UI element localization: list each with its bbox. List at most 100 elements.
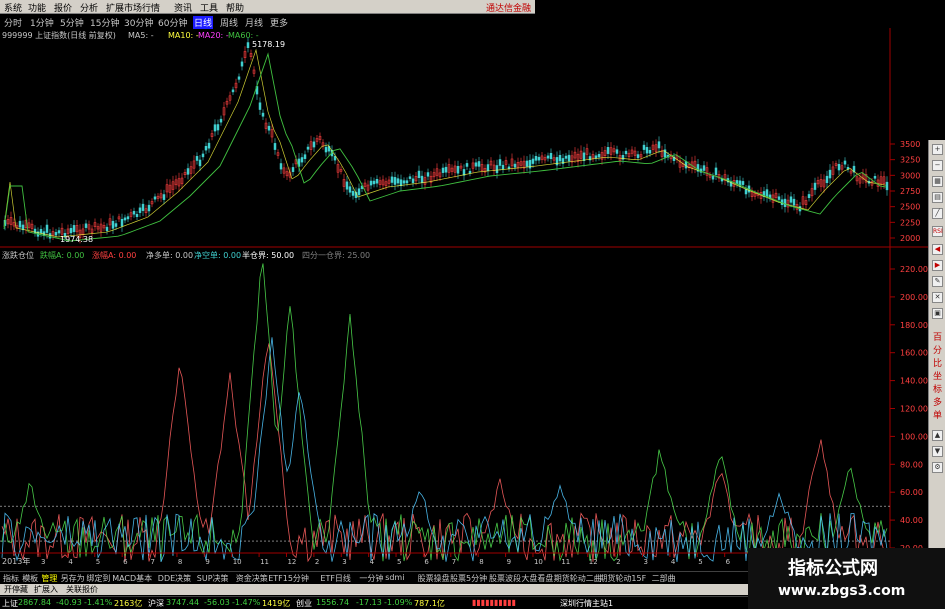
menu-function[interactable]: 功能 xyxy=(28,1,46,14)
ind-tick-label: 100.00 xyxy=(900,432,928,441)
candle-body xyxy=(444,166,448,173)
candle-body xyxy=(825,175,829,184)
candle-body xyxy=(186,168,190,175)
candle-body xyxy=(714,167,718,175)
grid-icon[interactable]: ▦ xyxy=(932,176,943,187)
line-icon[interactable]: ╱ xyxy=(932,208,943,219)
candle-body xyxy=(135,213,139,218)
ind-tick-label: 80.00 xyxy=(900,460,923,469)
func-tab-18[interactable]: 期货轮动15F xyxy=(599,573,646,584)
x-tick-label: 4 xyxy=(370,558,375,566)
menu-system[interactable]: 系统 xyxy=(4,1,22,14)
candle-body xyxy=(468,170,472,174)
candle-body xyxy=(375,179,379,184)
menu-tools[interactable]: 工具 xyxy=(200,1,218,14)
nav-tab-related-quotes[interactable]: 关联报价 xyxy=(66,584,98,595)
func-tab-19[interactable]: 二部曲 xyxy=(652,573,676,584)
settings-icon[interactable]: ⚙ xyxy=(932,462,943,473)
func-tab-15[interactable]: 股票波段 xyxy=(489,573,521,584)
func-tab-2[interactable]: 管理 xyxy=(41,573,57,584)
func-tab-3[interactable]: 另存为 xyxy=(61,573,85,584)
candle-body xyxy=(807,194,811,199)
indicator-label-b: 涨幅A: 0.00 xyxy=(92,250,136,260)
func-tab-0[interactable]: 指标 xyxy=(3,573,19,584)
candle-body xyxy=(72,225,76,233)
func-tab-16[interactable]: 大盘看盘 xyxy=(521,573,553,584)
candle-body xyxy=(828,169,832,179)
rsi-icon[interactable]: RSI xyxy=(932,226,943,237)
candle-body xyxy=(789,196,793,203)
status-cy-amount: 787.1亿 xyxy=(414,599,445,608)
func-tab-1[interactable]: 模板 xyxy=(22,573,38,584)
candle-body xyxy=(582,152,586,161)
candle-body xyxy=(153,196,157,200)
ind-tick-label: 60.00 xyxy=(900,488,923,497)
zoom-out-icon[interactable]: − xyxy=(932,160,943,171)
candle-body xyxy=(636,154,640,159)
func-tab-6[interactable]: DDE决策 xyxy=(158,573,191,584)
status-server[interactable]: 深圳行情主站1 xyxy=(560,598,613,609)
menu-quotes[interactable]: 报价 xyxy=(54,1,72,14)
func-tab-13[interactable]: 股票操盘 xyxy=(418,573,450,584)
func-tab-8[interactable]: 资金决策 xyxy=(236,573,268,584)
candle-body xyxy=(546,155,550,159)
lock-icon[interactable]: ▣ xyxy=(932,308,943,319)
nav-tab-open[interactable]: 开停藏 xyxy=(4,584,28,595)
indicator-y-ticks: 220.00 200.00 180.00 160.00 140.00 120.00 100.… xyxy=(0,265,928,553)
candle-body xyxy=(54,232,58,236)
scroll-down-icon[interactable]: ▼ xyxy=(932,446,943,457)
func-tab-10[interactable]: ETF日线 xyxy=(320,573,351,584)
candle-body xyxy=(873,176,877,179)
zoom-in-icon[interactable]: + xyxy=(932,144,943,155)
candle-body xyxy=(615,149,619,154)
candle-body xyxy=(594,155,598,159)
candle-body xyxy=(456,165,460,174)
chart-icon[interactable]: ▤ xyxy=(932,192,943,203)
candle-body xyxy=(231,89,235,93)
candle-body xyxy=(606,147,610,154)
candle-body xyxy=(426,172,430,177)
func-tab-7[interactable]: SUP决策 xyxy=(197,573,229,584)
status-bar: 上证 2867.84 -40.93 -1.41% 2163亿 沪深 3747.4… xyxy=(0,596,760,609)
candle-body xyxy=(399,179,403,187)
status-sh-pct: -1.41% xyxy=(84,598,113,607)
func-tab-4[interactable]: 绑定到 xyxy=(86,573,110,584)
cross-icon[interactable]: ✕ xyxy=(932,292,943,303)
candle-body xyxy=(624,150,628,155)
arrow-left-icon[interactable]: ◀ xyxy=(932,244,943,255)
nav-tab-extend[interactable]: 扩展入 xyxy=(34,584,58,595)
scroll-up-icon[interactable]: ▲ xyxy=(932,430,943,441)
func-tab-12[interactable]: sdmi xyxy=(385,573,404,582)
candle-body xyxy=(567,154,571,162)
func-tab-5[interactable]: MACD基本 xyxy=(112,573,152,584)
candle-body xyxy=(261,112,265,117)
year-label: 2013年 xyxy=(2,556,30,566)
menu-news[interactable]: 资讯 xyxy=(174,1,192,14)
func-tab-11[interactable]: 一分钟 xyxy=(359,573,383,584)
func-tab-9[interactable]: ETF15分钟 xyxy=(268,573,309,584)
pencil-icon[interactable]: ✎ xyxy=(932,276,943,287)
menu-extended-market[interactable]: 扩展市场行情 xyxy=(106,1,160,14)
candle-body xyxy=(306,146,310,150)
arrow-right-icon[interactable]: ▶ xyxy=(932,260,943,271)
ind-tick-label: 160.00 xyxy=(900,349,928,358)
candle-body xyxy=(405,180,409,184)
x-tick-label: 5 xyxy=(698,558,702,566)
func-tab-17[interactable]: 期货轮动二曲 xyxy=(554,573,602,584)
menu-help[interactable]: 帮助 xyxy=(226,1,244,14)
watermark-line2: www.zbgs3.com xyxy=(778,583,906,599)
status-hs-pct: -1.47% xyxy=(232,598,261,607)
chart-area[interactable]: 999999 上证指数(日线 前复权) MA5: - MA10: - MA20:… xyxy=(0,28,928,571)
candle-body xyxy=(564,155,568,159)
func-tab-14[interactable]: 股票5分钟 xyxy=(450,573,487,584)
main-tick-label: 3000 xyxy=(900,171,920,180)
menu-analysis[interactable]: 分析 xyxy=(80,1,98,14)
vertical-text-1: 百 xyxy=(932,333,942,343)
main-tick-label: 2750 xyxy=(900,187,920,196)
candle-body xyxy=(198,159,202,167)
x-tick-label: 4 xyxy=(68,558,73,566)
ma10-line xyxy=(3,48,887,238)
candle-body xyxy=(372,180,376,185)
candle-body xyxy=(48,233,52,239)
menu-bar: 系统 功能 报价 分析 扩展市场行情 资讯 工具 帮助 通达信金融 xyxy=(0,0,535,14)
